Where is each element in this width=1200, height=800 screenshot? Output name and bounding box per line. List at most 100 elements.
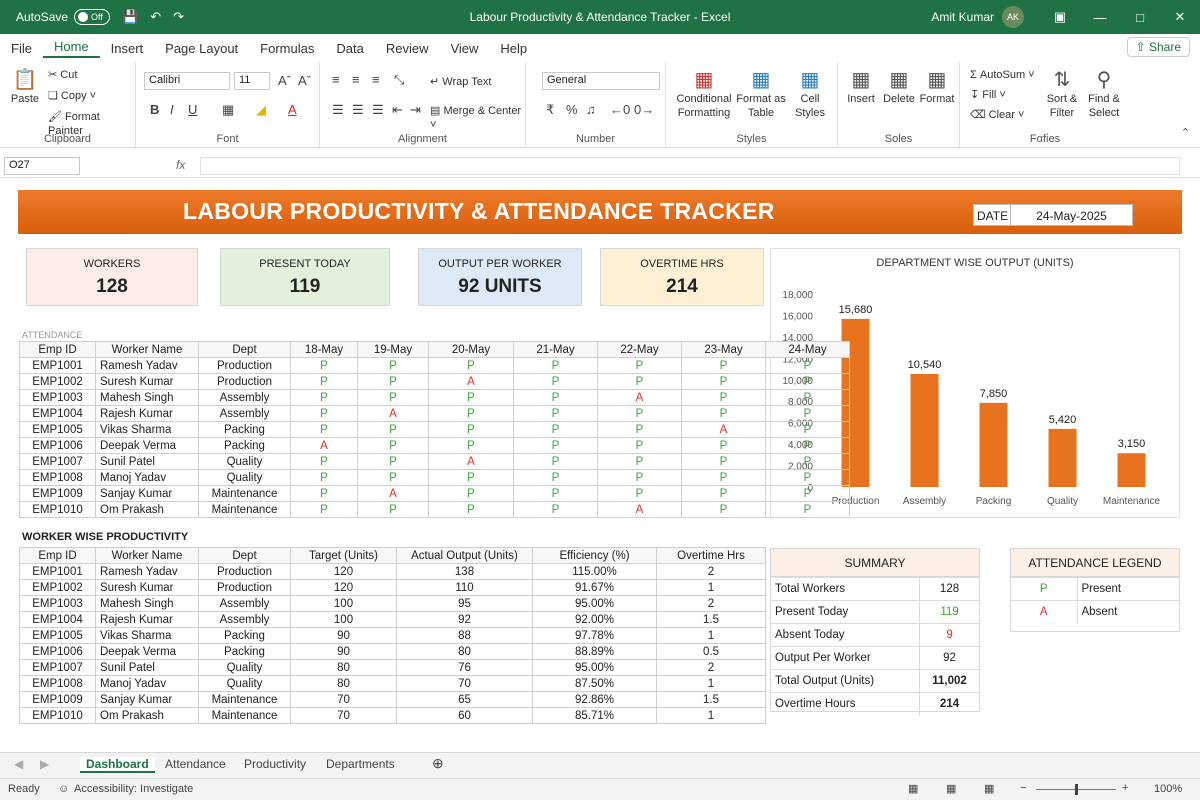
table-cell[interactable]: 1 bbox=[656, 579, 766, 596]
tab-formulas[interactable]: Formulas bbox=[249, 41, 325, 56]
table-cell[interactable]: Manoj Yadav bbox=[95, 469, 199, 486]
avatar[interactable]: AK bbox=[1002, 6, 1024, 28]
table-cell[interactable]: 95.00% bbox=[532, 595, 657, 612]
table-cell[interactable]: Production bbox=[198, 357, 291, 374]
table-cell[interactable]: 1.5 bbox=[656, 611, 766, 628]
merge-center-button[interactable]: ▤ Merge & Center ˅ bbox=[430, 104, 525, 132]
table-cell[interactable]: 2 bbox=[656, 659, 766, 676]
table-cell[interactable]: Maintenance bbox=[198, 501, 291, 518]
attendance-status-cell[interactable]: P bbox=[765, 437, 850, 454]
attendance-status-cell[interactable]: P bbox=[428, 469, 514, 486]
table-cell[interactable]: Rajesh Kumar bbox=[95, 611, 199, 628]
attendance-status-cell[interactable]: A bbox=[597, 389, 682, 406]
table-cell[interactable]: 120 bbox=[290, 563, 397, 580]
table-cell[interactable]: 80 bbox=[396, 643, 533, 660]
attendance-status-cell[interactable]: P bbox=[765, 405, 850, 422]
autosave-toggle[interactable]: Off bbox=[74, 9, 111, 25]
autosave-control[interactable]: AutoSave Off bbox=[16, 9, 111, 25]
attendance-status-cell[interactable]: A bbox=[357, 405, 429, 422]
align-bottom-icon[interactable]: ≡ bbox=[372, 72, 380, 87]
font-name-select[interactable]: Calibri bbox=[144, 72, 230, 90]
tab-review[interactable]: Review bbox=[375, 41, 440, 56]
table-cell[interactable]: 2 bbox=[656, 563, 766, 580]
autosum-button[interactable]: Σ AutoSum ˅ bbox=[970, 68, 1035, 82]
table-cell[interactable]: 2 bbox=[656, 595, 766, 612]
attendance-status-cell[interactable]: P bbox=[357, 437, 429, 454]
page-break-view-icon[interactable]: ▦ bbox=[984, 782, 994, 795]
table-cell[interactable]: 88 bbox=[396, 627, 533, 644]
attendance-status-cell[interactable]: P bbox=[290, 469, 358, 486]
align-center-icon[interactable]: ☰ bbox=[352, 102, 364, 118]
sheet-tab-productivity[interactable]: Productivity bbox=[244, 757, 306, 771]
table-cell[interactable]: 80 bbox=[290, 675, 397, 692]
table-cell[interactable]: Suresh Kumar bbox=[95, 373, 199, 390]
table-cell[interactable]: 70 bbox=[396, 675, 533, 692]
align-top-icon[interactable]: ≡ bbox=[332, 72, 340, 87]
increase-font-icon[interactable]: Aˆ bbox=[278, 73, 291, 88]
table-cell[interactable]: Maintenance bbox=[198, 707, 291, 724]
chart-bar[interactable] bbox=[1048, 428, 1077, 487]
fx-icon[interactable]: fx bbox=[176, 158, 185, 172]
attendance-status-cell[interactable]: P bbox=[681, 485, 766, 502]
attendance-status-cell[interactable]: P bbox=[765, 373, 850, 390]
table-cell[interactable]: EMP1007 bbox=[19, 659, 96, 676]
currency-icon[interactable]: ₹ bbox=[546, 102, 554, 118]
normal-view-icon[interactable]: ▦ bbox=[908, 782, 918, 795]
table-cell[interactable]: 90 bbox=[290, 643, 397, 660]
table-cell[interactable]: Suresh Kumar bbox=[95, 579, 199, 596]
table-cell[interactable]: Maintenance bbox=[198, 691, 291, 708]
table-cell[interactable]: Manoj Yadav bbox=[95, 675, 199, 692]
table-cell[interactable]: Deepak Verma bbox=[95, 437, 199, 454]
table-cell[interactable]: 80 bbox=[290, 659, 397, 676]
delete-cells-button[interactable]: ▦ Delete bbox=[880, 68, 918, 106]
attendance-status-cell[interactable]: P bbox=[597, 437, 682, 454]
table-cell[interactable]: 100 bbox=[290, 595, 397, 612]
minimize-icon[interactable]: — bbox=[1080, 0, 1120, 34]
attendance-status-cell[interactable]: P bbox=[357, 389, 429, 406]
attendance-status-cell[interactable]: P bbox=[765, 469, 850, 486]
attendance-status-cell[interactable]: P bbox=[681, 437, 766, 454]
redo-icon[interactable]: ↷ bbox=[173, 9, 184, 25]
table-cell[interactable]: Packing bbox=[198, 627, 291, 644]
table-cell[interactable]: EMP1005 bbox=[19, 627, 96, 644]
table-cell[interactable]: Production bbox=[198, 579, 291, 596]
table-cell[interactable]: 92.00% bbox=[532, 611, 657, 628]
table-cell[interactable]: EMP1003 bbox=[19, 389, 96, 406]
italic-icon[interactable]: I bbox=[170, 102, 174, 117]
sheet-tab-dashboard[interactable]: Dashboard bbox=[80, 757, 155, 773]
attendance-status-cell[interactable]: P bbox=[290, 405, 358, 422]
attendance-status-cell[interactable]: P bbox=[681, 501, 766, 518]
attendance-status-cell[interactable]: P bbox=[290, 357, 358, 374]
table-cell[interactable]: 60 bbox=[396, 707, 533, 724]
attendance-status-cell[interactable]: A bbox=[597, 501, 682, 518]
user-account[interactable]: Amit Kumar AK bbox=[931, 6, 1024, 28]
attendance-status-cell[interactable]: P bbox=[357, 373, 429, 390]
conditional-formatting-button[interactable]: ▦ Conditional Formatting bbox=[674, 68, 734, 120]
table-cell[interactable]: Vikas Sharma bbox=[95, 421, 199, 438]
table-cell[interactable]: 115.00% bbox=[532, 563, 657, 580]
table-cell[interactable]: Rajesh Kumar bbox=[95, 405, 199, 422]
insert-cells-button[interactable]: ▦ Insert bbox=[842, 68, 880, 106]
paste-button[interactable]: 📋 Paste bbox=[8, 68, 42, 106]
attendance-status-cell[interactable]: P bbox=[513, 373, 598, 390]
table-cell[interactable]: Sanjay Kumar bbox=[95, 485, 199, 502]
tab-help[interactable]: Help bbox=[489, 41, 538, 56]
table-cell[interactable]: EMP1009 bbox=[19, 485, 96, 502]
attendance-status-cell[interactable]: P bbox=[681, 357, 766, 374]
attendance-status-cell[interactable]: P bbox=[428, 421, 514, 438]
table-cell[interactable]: Maintenance bbox=[198, 485, 291, 502]
attendance-status-cell[interactable]: P bbox=[597, 405, 682, 422]
table-cell[interactable]: 100 bbox=[290, 611, 397, 628]
attendance-status-cell[interactable]: P bbox=[290, 373, 358, 390]
attendance-status-cell[interactable]: P bbox=[765, 357, 850, 374]
table-cell[interactable]: Sanjay Kumar bbox=[95, 691, 199, 708]
attendance-status-cell[interactable]: A bbox=[428, 373, 514, 390]
number-format-select[interactable]: General bbox=[542, 72, 660, 90]
table-cell[interactable]: Quality bbox=[198, 659, 291, 676]
table-cell[interactable]: EMP1004 bbox=[19, 405, 96, 422]
decrease-indent-icon[interactable]: ⇤ bbox=[392, 102, 403, 118]
borders-icon[interactable]: ▦ bbox=[222, 102, 234, 118]
sort-filter-button[interactable]: ⇅ Sort & Filter bbox=[1044, 68, 1080, 120]
table-cell[interactable]: 95 bbox=[396, 595, 533, 612]
attendance-status-cell[interactable]: P bbox=[428, 485, 514, 502]
